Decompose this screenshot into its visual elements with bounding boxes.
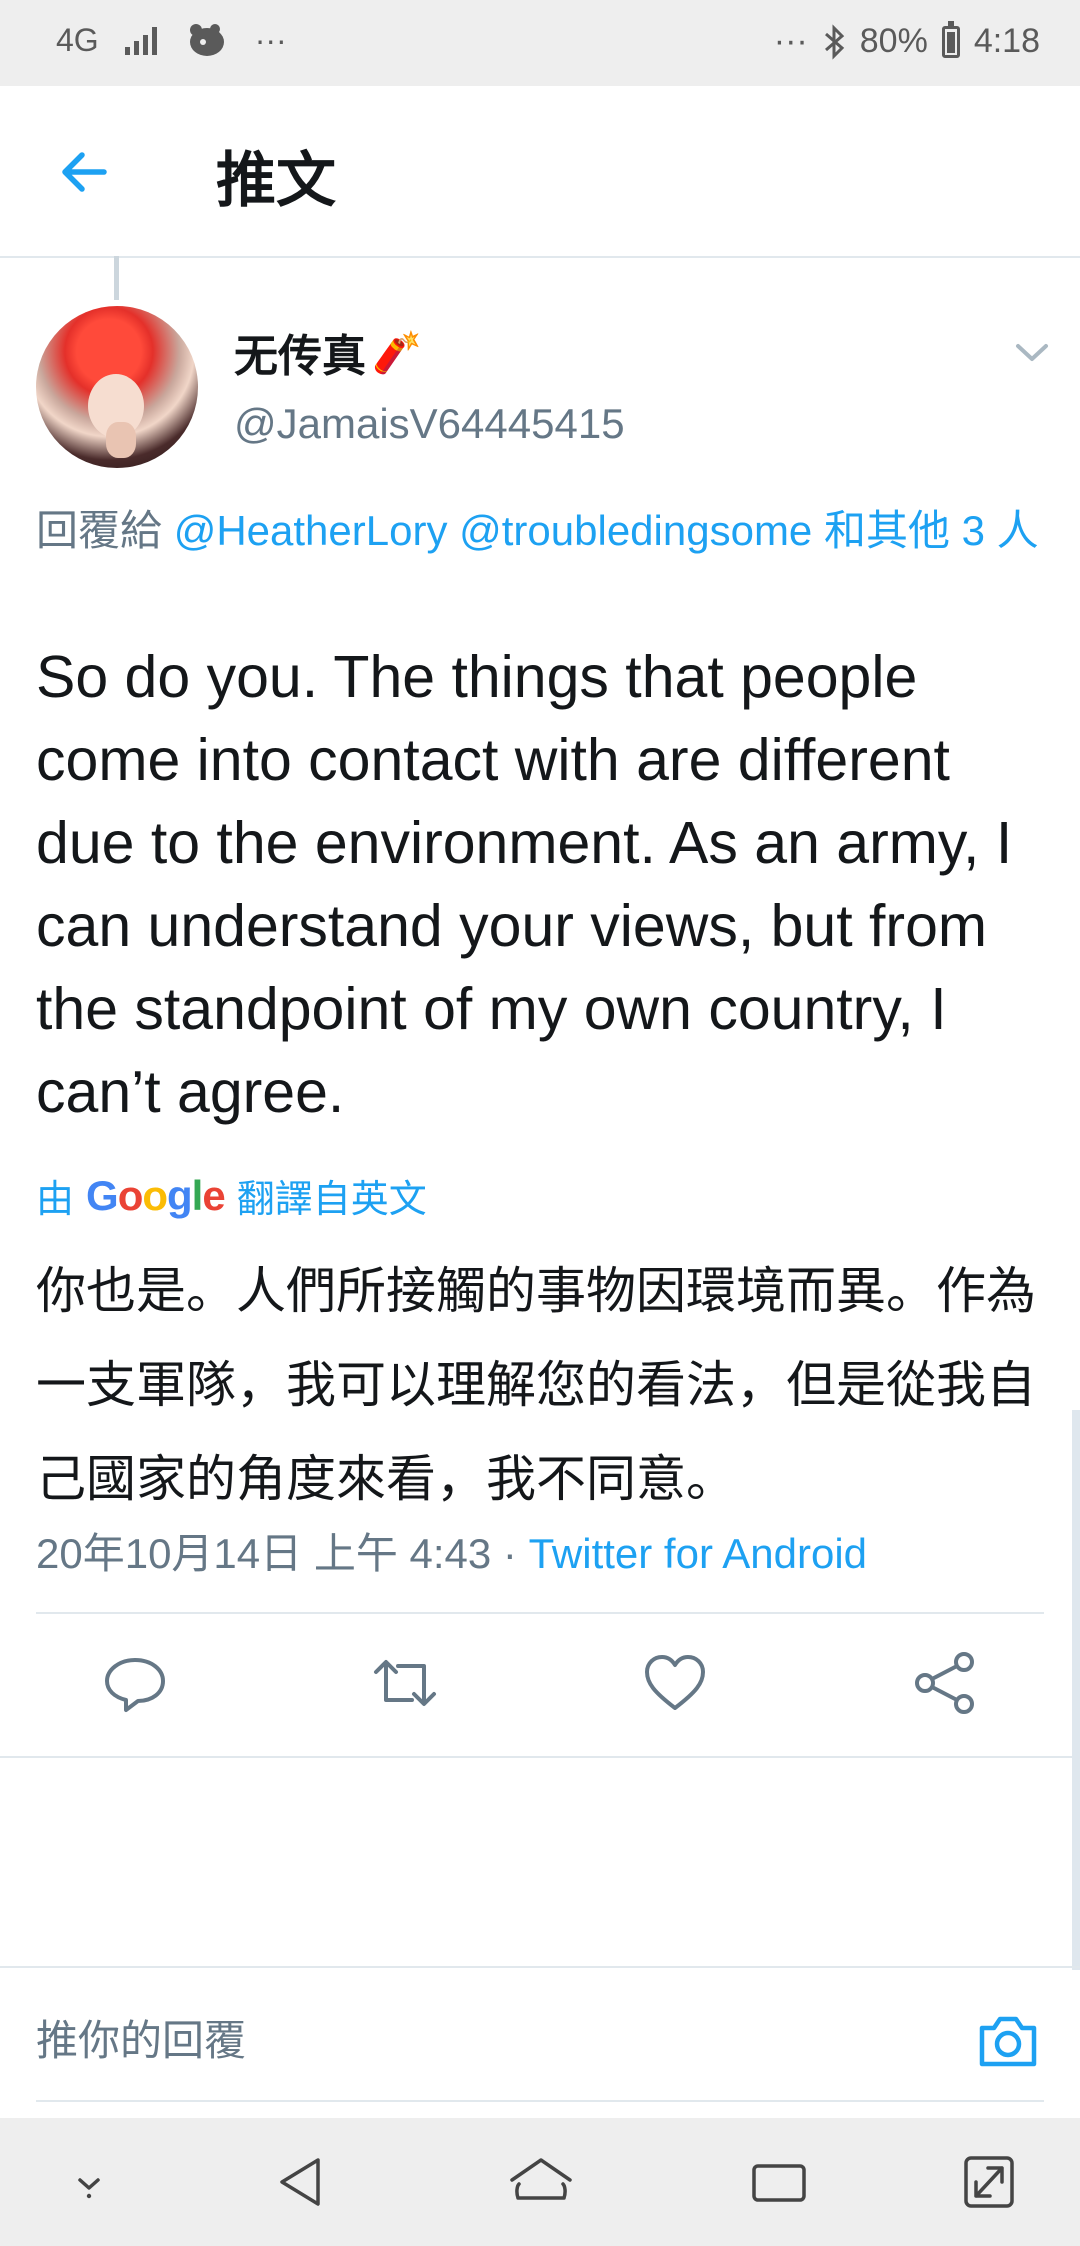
status-bar: 4G ··· ··· 80% 4:18 <box>0 0 1080 86</box>
google-logo: Google <box>86 1171 226 1219</box>
recent-apps-icon[interactable] <box>744 2150 814 2214</box>
system-navigation-bar <box>0 2118 1080 2246</box>
reply-to-line: 回覆給 @HeatherLory @troubledingsome 和其他 3 … <box>36 502 1046 560</box>
divider <box>0 1966 1080 1968</box>
chevron-down-icon[interactable] <box>1012 338 1052 366</box>
bluetooth-icon <box>824 23 844 60</box>
avatar-hand <box>106 422 136 458</box>
divider <box>36 1612 1044 1614</box>
hide-keyboard-icon[interactable] <box>54 2150 124 2214</box>
tweet-meta: 20年10月14日 上午 4:43 · Twitter for Android <box>36 1520 867 1581</box>
share-icon[interactable] <box>910 1648 980 1718</box>
arrow-left-icon[interactable] <box>56 144 112 200</box>
status-bar-right: ··· 80% 4:18 <box>773 20 1040 61</box>
meta-separator: · <box>491 1530 529 1577</box>
display-name-text: 无传真 <box>234 332 366 381</box>
expand-icon[interactable] <box>954 2150 1024 2214</box>
translate-from-label: 翻譯自英文 <box>236 1179 427 1221</box>
avatar[interactable] <box>36 306 198 468</box>
tweet-source-link[interactable]: Twitter for Android <box>529 1530 867 1577</box>
reply-icon[interactable] <box>100 1648 170 1718</box>
like-icon[interactable] <box>640 1648 710 1718</box>
reply-to-prefix: 回覆給 <box>36 507 163 554</box>
thread-connector <box>114 256 119 300</box>
battery-percent: 80% <box>859 22 928 60</box>
clock: 4:18 <box>973 22 1040 60</box>
status-bar-left: 4G ··· <box>56 20 287 60</box>
tweet-actions <box>0 1648 1080 1724</box>
tweet-text: So do you. The things that people come i… <box>36 644 1013 1125</box>
back-triangle-icon[interactable] <box>268 2150 338 2214</box>
page-title: 推文 <box>216 147 336 214</box>
scrollbar[interactable] <box>1072 1410 1080 1970</box>
author-display-name[interactable]: 无传真 🧨 <box>234 320 422 384</box>
home-icon[interactable] <box>506 2150 576 2214</box>
more-notifications-icon: ··· <box>254 21 287 58</box>
mention-link[interactable]: @HeatherLory <box>174 507 448 554</box>
network-indicator: 4G <box>56 21 99 58</box>
divider <box>0 1756 1080 1758</box>
reply-input-underline <box>36 2100 1044 2102</box>
battery-icon <box>941 20 960 58</box>
firecracker-icon: 🧨 <box>372 330 422 375</box>
translated-text: 你也是。人們所接觸的事物因環境而異。作為一支軍隊，我可以理解您的看法，但是從我自… <box>36 1263 1036 1507</box>
more-status-icon: ··· <box>773 22 808 60</box>
author-handle[interactable]: @JamaisV64445415 <box>234 400 625 448</box>
signal-icon <box>124 25 157 55</box>
translate-by-label: 由 <box>36 1179 75 1221</box>
mention-link[interactable]: @troubledingsome <box>459 507 812 554</box>
reply-input[interactable] <box>36 1998 936 2084</box>
translation-attribution[interactable]: 由 Google 翻譯自英文 <box>36 1168 427 1223</box>
notification-app-icon <box>189 24 224 56</box>
app-header: 推文 <box>0 86 1080 258</box>
tweet-timestamp: 20年10月14日 上午 4:43 <box>36 1530 492 1577</box>
others-link[interactable]: 和其他 3 人 <box>824 507 1039 554</box>
camera-icon[interactable] <box>976 2012 1040 2070</box>
battery-fill <box>946 31 955 53</box>
retweet-icon[interactable] <box>370 1648 440 1718</box>
